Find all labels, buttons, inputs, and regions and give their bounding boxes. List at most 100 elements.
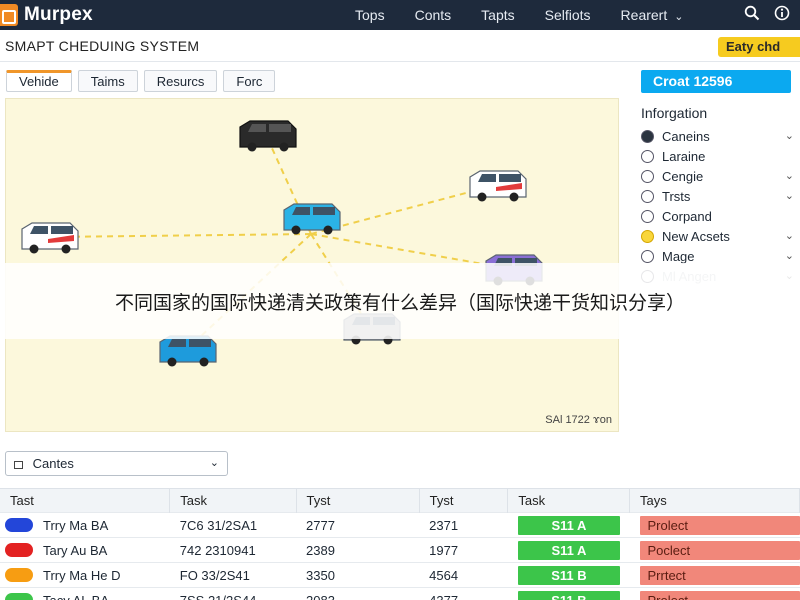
chevron-down-icon[interactable]: ⌄ <box>785 129 794 142</box>
table-cell-value: 4564 <box>419 562 508 588</box>
table-row[interactable]: Trry Ma He D FO 33/2S41 3350 4564 S11 B Prrte… <box>0 562 800 588</box>
info-panel-item-label: Mage <box>662 248 695 264</box>
main-nav: Tops Conts Tapts Selfiots Rearert <box>355 0 714 30</box>
tab-vehicle[interactable]: Vehide <box>6 70 72 92</box>
status-badge[interactable]: Eaty chd <box>718 37 800 57</box>
info-icon[interactable] <box>774 5 790 26</box>
table-row[interactable]: Tacy AL BA 7SS 21/2S4420834377 S11 B Prolec… <box>0 587 800 600</box>
row-name: Tacy AL BA <box>43 593 109 600</box>
van-icon[interactable] <box>469 170 527 202</box>
map-scale-label: SAl 1722 ɤon <box>545 414 612 426</box>
table-cell-value: 1977 <box>419 537 508 563</box>
info-panel-item[interactable]: Laraine <box>641 146 796 166</box>
van-icon[interactable] <box>159 335 217 367</box>
view-tabs: Vehide Taims Resurcs Forc <box>6 70 276 92</box>
info-panel-list: Caneins ⌄ Laraine Cengie ⌄ Trsts ⌄ Corpand New A… <box>641 126 796 286</box>
table-cell-name: Tary Au BA <box>0 537 170 563</box>
chevron-down-icon[interactable]: ⌄ <box>785 189 794 202</box>
table-cell-tag: Prolect <box>629 512 800 538</box>
table-row[interactable]: Tary Au BA 742 2310941 2389 1977 S11 A Poclec… <box>0 537 800 563</box>
info-panel-item[interactable]: Trsts ⌄ <box>641 186 796 206</box>
table-cell-task: S11 B <box>507 587 630 600</box>
nav-item-rearert-dropdown[interactable]: Rearert <box>621 7 684 23</box>
create-button[interactable]: Croat 12596 <box>641 70 791 93</box>
brand[interactable]: Murpex <box>0 0 93 30</box>
van-icon[interactable] <box>239 120 297 152</box>
table-cell-code: FO 33/2S41 <box>169 562 296 588</box>
chevron-down-icon[interactable]: ⌄ <box>785 169 794 182</box>
brand-logo-icon <box>0 4 18 26</box>
chevron-down-icon: ⌄ <box>209 457 219 469</box>
radio-icon <box>641 149 654 163</box>
filled-triangle-icon <box>641 129 654 143</box>
route-line <box>47 233 312 238</box>
column-header[interactable]: Task <box>507 488 630 513</box>
table-cell-task: S11 A <box>507 537 630 563</box>
info-panel-item-label: Trsts <box>662 188 691 204</box>
radio-icon <box>641 189 654 203</box>
row-name: Trry Ma BA <box>43 517 109 533</box>
info-panel-item[interactable]: New Acsets ⌄ <box>641 226 796 246</box>
status-dot-icon <box>5 592 33 600</box>
page-title: SMAPT CHEDUING SYSTEM <box>5 38 200 54</box>
table-cell-code: 7C6 31/2SA1 <box>169 512 296 538</box>
info-panel-item[interactable]: Caneins ⌄ <box>641 126 796 146</box>
tag-badge[interactable]: Prolect <box>639 590 800 600</box>
column-header[interactable]: Tyst <box>419 488 509 513</box>
table-cell-value: 4377 <box>419 587 508 600</box>
chevron-down-icon[interactable]: ⌄ <box>785 249 794 262</box>
table-cell-value: 2371 <box>419 512 508 538</box>
radio-icon <box>641 229 654 243</box>
tab-teams[interactable]: Taims <box>77 70 138 92</box>
table-cell-tag: Poclect <box>629 537 800 563</box>
chevron-down-icon[interactable]: ⌄ <box>785 229 794 242</box>
target-icon <box>641 209 654 223</box>
row-name: Tary Au BA <box>43 542 108 558</box>
table-cell-tag: Prolect <box>629 587 800 600</box>
table-cell-name: Trry Ma BA <box>0 512 170 538</box>
title-bar: SMAPT CHEDUING SYSTEM Eaty chd <box>0 30 800 62</box>
task-badge[interactable]: S11 B <box>517 590 620 600</box>
overlay-banner: 不同国家的国际快递清关政策有什么差异（国际快递干货知识分享） <box>0 263 800 339</box>
table-cell-name: Trry Ma He D <box>0 562 170 588</box>
filter-select[interactable]: Cantes ⌄ <box>5 451 228 476</box>
task-badge[interactable]: S11 A <box>517 540 620 560</box>
info-panel-item[interactable]: Corpand <box>641 206 796 226</box>
info-panel-item-label: New Acsets <box>662 228 730 244</box>
task-badge[interactable]: S11 A <box>517 515 620 535</box>
app-window: Murpex Tops Conts Tapts Selfiots Rearert… <box>0 0 800 600</box>
table-cell-name: Tacy AL BA <box>0 587 170 600</box>
tag-badge[interactable]: Poclect <box>639 540 800 560</box>
nav-item-tops[interactable]: Tops <box>355 7 385 23</box>
info-panel-item-label: Caneins <box>662 128 710 144</box>
table-cell-code: 742 2310941 <box>169 537 296 563</box>
nav-item-selfiots[interactable]: Selfiots <box>545 7 591 23</box>
tab-resources[interactable]: Resurcs <box>143 70 218 92</box>
column-header[interactable]: Tast <box>0 488 171 513</box>
info-panel-item[interactable]: Cengie ⌄ <box>641 166 796 186</box>
column-header[interactable]: Tays <box>629 488 800 513</box>
table-row[interactable]: Trry Ma BA 7C6 31/2SA1 2777 2371 S11 A Prolec… <box>0 512 800 538</box>
table-cell-task: S11 B <box>507 562 630 588</box>
column-header[interactable]: Tyst <box>296 488 420 513</box>
filter-select-value: Cantes <box>32 456 74 471</box>
van-icon[interactable] <box>21 222 79 254</box>
row-name: Trry Ma He D <box>43 567 121 583</box>
search-icon[interactable] <box>744 5 760 26</box>
top-navigation-bar: Murpex Tops Conts Tapts Selfiots Rearert <box>0 0 800 30</box>
table-cell-task: S11 A <box>507 512 630 538</box>
column-header[interactable]: Task <box>169 488 297 513</box>
nav-item-tapts[interactable]: Tapts <box>481 7 514 23</box>
gear-icon <box>641 169 654 183</box>
status-dot-icon <box>5 542 33 557</box>
tag-badge[interactable]: Prrtect <box>639 565 800 585</box>
nav-item-conts[interactable]: Conts <box>415 7 452 23</box>
assignment-table: Tast Task Tyst Tyst Task Tays Trry Ma BA… <box>0 488 800 600</box>
tag-badge[interactable]: Prolect <box>639 515 800 535</box>
table-cell-code: 7SS 21/2S44 <box>169 587 296 600</box>
task-badge[interactable]: S11 B <box>517 565 620 585</box>
tab-force[interactable]: Forc <box>223 70 276 92</box>
table-cell-value: 3350 <box>296 562 420 588</box>
van-icon[interactable] <box>283 203 341 235</box>
table-cell-value: 2777 <box>296 512 420 538</box>
